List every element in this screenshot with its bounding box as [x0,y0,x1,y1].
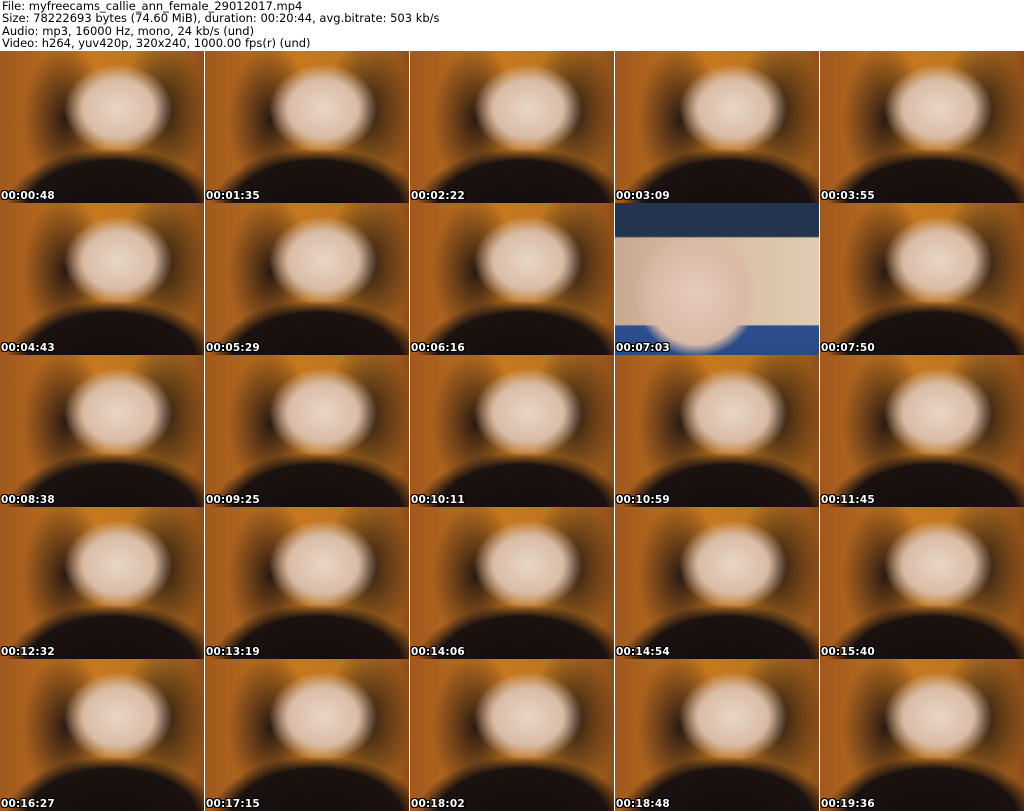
thumbnail-timestamp: 00:09:25 [206,494,260,506]
thumbnail: 00:18:02 [410,659,614,811]
thumbnail: 00:03:55 [820,51,1024,203]
thumbnail-timestamp: 00:14:06 [411,646,465,658]
thumbnail: 00:10:59 [615,355,819,507]
thumbnail: 00:05:29 [205,203,409,355]
thumbnail-timestamp: 00:13:19 [206,646,260,658]
thumbnail-timestamp: 00:05:29 [206,342,260,354]
thumbnail-timestamp: 00:12:32 [1,646,55,658]
thumbnail-timestamp: 00:07:50 [821,342,875,354]
thumbnail-timestamp: 00:04:43 [1,342,55,354]
thumbnail: 00:00:48 [0,51,204,203]
file-info-header: File: myfreecams_callie_ann_female_29012… [2,0,1022,50]
thumbnail: 00:01:35 [205,51,409,203]
thumbnail: 00:14:06 [410,507,614,659]
thumbnail-timestamp: 00:03:09 [616,190,670,202]
thumbnail: 00:16:27 [0,659,204,811]
thumbnail: 00:07:50 [820,203,1024,355]
thumbnail: 00:15:40 [820,507,1024,659]
thumbnail: 00:19:36 [820,659,1024,811]
thumbnail: 00:09:25 [205,355,409,507]
thumbnail-timestamp: 00:16:27 [1,798,55,810]
thumbnail-timestamp: 00:11:45 [821,494,875,506]
thumbnail-timestamp: 00:18:48 [616,798,670,810]
thumbnail-timestamp: 00:00:48 [1,190,55,202]
thumbnail-timestamp: 00:14:54 [616,646,670,658]
thumbnail: 00:17:15 [205,659,409,811]
thumbnail: 00:08:38 [0,355,204,507]
thumbnail-timestamp: 00:07:03 [616,342,670,354]
thumbnail-timestamp: 00:01:35 [206,190,260,202]
thumbnail-timestamp: 00:10:11 [411,494,465,506]
thumbnail: 00:14:54 [615,507,819,659]
thumbnail: 00:04:43 [0,203,204,355]
thumbnail: 00:12:32 [0,507,204,659]
thumbnail-timestamp: 00:18:02 [411,798,465,810]
thumbnail: 00:13:19 [205,507,409,659]
thumbnail-grid: 00:00:48 00:01:35 00:02:22 00:03:09 00:0… [0,51,1024,811]
thumbnail: 00:10:11 [410,355,614,507]
thumbnail-timestamp: 00:02:22 [411,190,465,202]
thumbnail: 00:18:48 [615,659,819,811]
thumbnail-timestamp: 00:10:59 [616,494,670,506]
thumbnail: 00:02:22 [410,51,614,203]
video-info: Video: h264, yuv420p, 320x240, 1000.00 f… [2,36,311,51]
thumbnail: 00:03:09 [615,51,819,203]
thumbnail-timestamp: 00:15:40 [821,646,875,658]
file-size-duration: Size: 78222693 bytes (74.60 MiB), durati… [2,11,440,26]
thumbnail-timestamp: 00:03:55 [821,190,875,202]
thumbnail: 00:07:03 [615,203,819,355]
thumbnail-timestamp: 00:17:15 [206,798,260,810]
thumbnail: 00:11:45 [820,355,1024,507]
thumbnail-timestamp: 00:06:16 [411,342,465,354]
thumbnail-timestamp: 00:19:36 [821,798,875,810]
thumbnail-timestamp: 00:08:38 [1,494,55,506]
thumbnail: 00:06:16 [410,203,614,355]
